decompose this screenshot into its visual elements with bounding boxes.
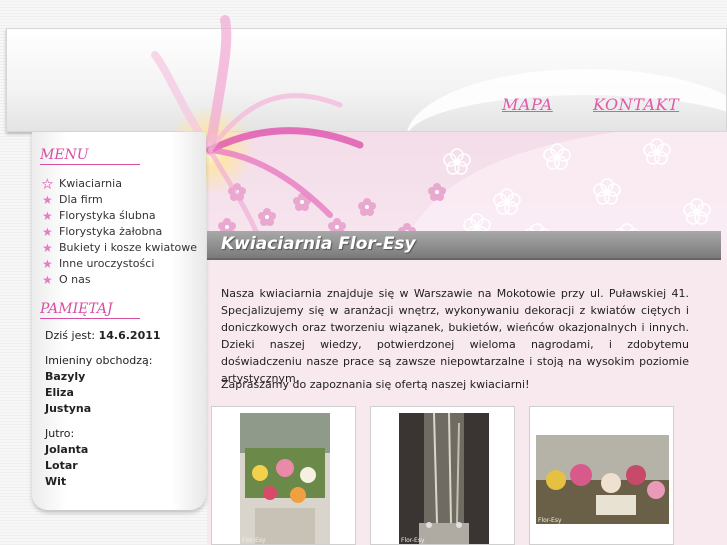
- menu-item-label: Kwiaciarnia: [59, 177, 122, 190]
- page-title-bar: Kwiaciarnia Flor-Esy: [207, 231, 721, 260]
- shop-interior-photo: [536, 435, 669, 524]
- menu-item-label: Florystyka ślubna: [59, 209, 156, 222]
- photo-watermark: Flor-Esy: [538, 517, 562, 524]
- names-tomorrow-label: Jutro:: [45, 427, 75, 440]
- photo-watermark: Flor-Esy: [401, 537, 425, 544]
- sidebar: MENU ★ Kwiaciarnia ★ Dla firm ★ Florystyka …: [32, 132, 206, 510]
- menu-item-dla-firm[interactable]: ★ Dla firm: [42, 192, 197, 208]
- menu-heading: MENU: [40, 147, 140, 165]
- menu-item-o-nas[interactable]: ★ O nas: [42, 272, 197, 288]
- name-tomorrow: Wit: [45, 475, 67, 488]
- menu-list: ★ Kwiaciarnia ★ Dla firm ★ Florystyka ślubn…: [42, 176, 197, 288]
- star-icon: ★: [42, 177, 54, 192]
- intro-paragraph: Nasza kwiaciarnia znajduje się w Warszaw…: [221, 287, 689, 385]
- gallery-thumbnail-2[interactable]: Flor-Esy: [370, 406, 515, 545]
- invite-paragraph: Zapraszamy do zapoznania się ofertą nasz…: [221, 378, 530, 391]
- star-icon: ★: [42, 257, 53, 271]
- menu-item-label: Bukiety i kosze kwiatowe: [59, 241, 198, 254]
- arrangement-photo: [399, 413, 489, 544]
- names-today-label: Imieniny obchodzą:: [45, 354, 153, 367]
- page-title: Kwiaciarnia Flor-Esy: [221, 234, 416, 254]
- pamietaj-heading: PAMIĘTAJ: [40, 301, 140, 319]
- menu-item-label: Dla firm: [59, 193, 103, 206]
- today-label: Dziś jest:: [45, 329, 96, 342]
- menu-item-inne-uroczystosci[interactable]: ★ Inne uroczystości: [42, 256, 197, 272]
- name-tomorrow: Jolanta: [45, 443, 89, 456]
- nav-link-mapa[interactable]: MAPA: [502, 95, 553, 114]
- name-today: Bazyly: [45, 370, 86, 383]
- name-tomorrow: Lotar: [45, 459, 78, 472]
- today-line: Dziś jest: 14.6.2011: [45, 328, 161, 344]
- star-icon: ★: [42, 209, 53, 223]
- star-icon: ★: [42, 193, 53, 207]
- header-bar: MAPA KONTAKT: [6, 28, 727, 132]
- menu-item-label: Inne uroczystości: [59, 257, 155, 270]
- today-date: 14.6.2011: [98, 329, 161, 342]
- star-icon: ★: [42, 225, 53, 239]
- menu-item-bukiety[interactable]: ★ Bukiety i kosze kwiatowe: [42, 240, 197, 256]
- nav-link-kontakt[interactable]: KONTAKT: [593, 95, 679, 114]
- name-today: Eliza: [45, 386, 74, 399]
- flower-shop-photo: [240, 413, 330, 544]
- menu-item-kwiaciarnia[interactable]: ★ Kwiaciarnia: [42, 176, 197, 192]
- star-icon: ★: [42, 273, 53, 287]
- menu-item-florystyka-zalobna[interactable]: ★ Florystyka żałobna: [42, 224, 197, 240]
- gallery-thumbnail-1[interactable]: Flor-Esy: [211, 406, 356, 545]
- gallery-thumbnail-3[interactable]: Flor-Esy: [529, 406, 674, 545]
- star-icon: ★: [42, 241, 53, 255]
- name-today: Justyna: [45, 402, 92, 415]
- pamietaj-box: Dziś jest: 14.6.2011 Imieniny obchodzą: …: [45, 328, 161, 490]
- menu-item-florystyka-slubna[interactable]: ★ Florystyka ślubna: [42, 208, 197, 224]
- menu-item-label: O nas: [59, 273, 91, 286]
- menu-item-label: Florystyka żałobna: [59, 225, 163, 238]
- photo-watermark: Flor-Esy: [242, 537, 266, 544]
